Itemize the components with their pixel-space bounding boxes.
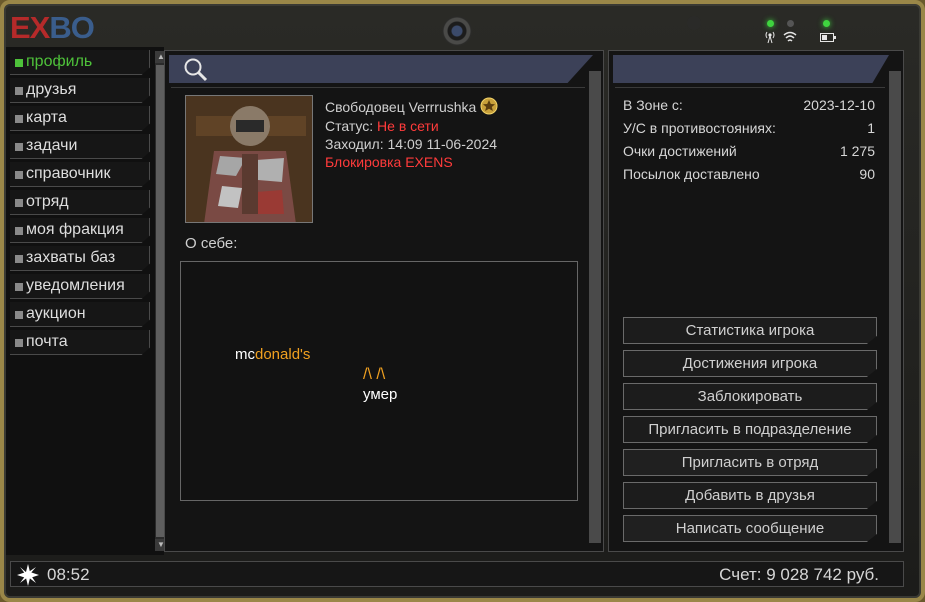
avatar[interactable] [185, 95, 313, 223]
about-line-dead: умер [363, 386, 398, 403]
sidebar-item-map[interactable]: карта [10, 106, 150, 131]
indicator-light [687, 16, 701, 30]
search-icon[interactable] [183, 57, 209, 83]
sidebar: профиль друзья карта задачи справочник о… [6, 47, 167, 555]
last-seen-value: 14:09 11-06-2024 [387, 136, 498, 152]
sidebar-item-friends[interactable]: друзья [10, 78, 150, 103]
sidebar-item-guide[interactable]: справочник [10, 162, 150, 187]
player-name-row: Свободовец Verrrushka [325, 97, 498, 115]
stat-parcels-delivered: Посылок доставлено 90 [623, 166, 875, 182]
stats-scrollbar[interactable] [889, 71, 901, 543]
last-seen-row: Заходил: 14:09 11-06-2024 [325, 136, 497, 152]
indicator-light [787, 20, 794, 27]
profile-panel-header [169, 55, 593, 83]
block-note: Блокировка EXENS [325, 154, 453, 170]
stat-kills-deaths: У/С в противостояниях: 1 [623, 120, 875, 136]
top-bar: EXBO [0, 0, 917, 46]
stats-panel: В Зоне с: 2023-12-10 У/С в противостояния… [608, 50, 904, 552]
clock: 08:52 [47, 565, 90, 584]
sidebar-item-auction[interactable]: аукцион [10, 302, 150, 327]
about-label: О себе: [185, 235, 238, 252]
sidebar-item-faction[interactable]: моя фракция [10, 218, 150, 243]
sidebar-item-mail[interactable]: почта [10, 330, 150, 355]
sun-icon [17, 564, 39, 586]
status-label: Статус: [325, 118, 374, 134]
stat-zone-since: В Зоне с: 2023-12-10 [623, 97, 875, 113]
sidebar-item-profile[interactable]: профиль [10, 50, 150, 75]
sidebar-item-squad[interactable]: отряд [10, 190, 150, 215]
wifi-icon [783, 31, 797, 42]
status-bar: 08:52 Счет: 9 028 742 руб. [10, 561, 904, 587]
status-value: Не в сети [377, 118, 439, 134]
about-box: mcdonald's /\ /\ умер [180, 261, 578, 501]
block-button[interactable]: Заблокировать [623, 383, 877, 410]
invite-subdivision-button[interactable]: Пригласить в подразделение [623, 416, 877, 443]
invite-squad-button[interactable]: Пригласить в отряд [623, 449, 877, 476]
divider [171, 87, 585, 88]
camera-icon [442, 16, 472, 46]
sidebar-item-base-captures[interactable]: захваты баз [10, 246, 150, 271]
add-friend-button[interactable]: Добавить в друзья [623, 482, 877, 509]
battery-icon [820, 33, 836, 42]
about-line-mcdonalds: mcdonald's [235, 346, 311, 363]
profile-scrollbar[interactable] [589, 71, 601, 543]
antenna-icon [765, 31, 775, 44]
about-line-arches: /\ /\ [363, 366, 386, 383]
player-stats-button[interactable]: Статистика игрока [623, 317, 877, 344]
sidebar-item-tasks[interactable]: задачи [10, 134, 150, 159]
last-seen-label: Заходил: [325, 136, 384, 152]
rank-badge-icon [480, 97, 498, 115]
player-name: Свободовец Verrrushka [325, 99, 477, 115]
send-message-button[interactable]: Написать сообщение [623, 515, 877, 542]
sidebar-item-notifications[interactable]: уведомления [10, 274, 150, 299]
player-achievements-button[interactable]: Достижения игрока [623, 350, 877, 377]
divider [615, 87, 885, 88]
stats-panel-header [613, 55, 889, 83]
stat-achievement-points: Очки достижений 1 275 [623, 143, 875, 159]
indicator-light [767, 20, 774, 27]
stalker-avatar-image [186, 96, 312, 222]
balance: Счет: 9 028 742 руб. [719, 565, 879, 584]
profile-panel: Свободовец Verrrushka Статус: Не в сети … [164, 50, 604, 552]
indicator-light [823, 20, 830, 27]
exbo-logo: EXBO [10, 10, 95, 45]
status-row: Статус: Не в сети [325, 118, 439, 134]
